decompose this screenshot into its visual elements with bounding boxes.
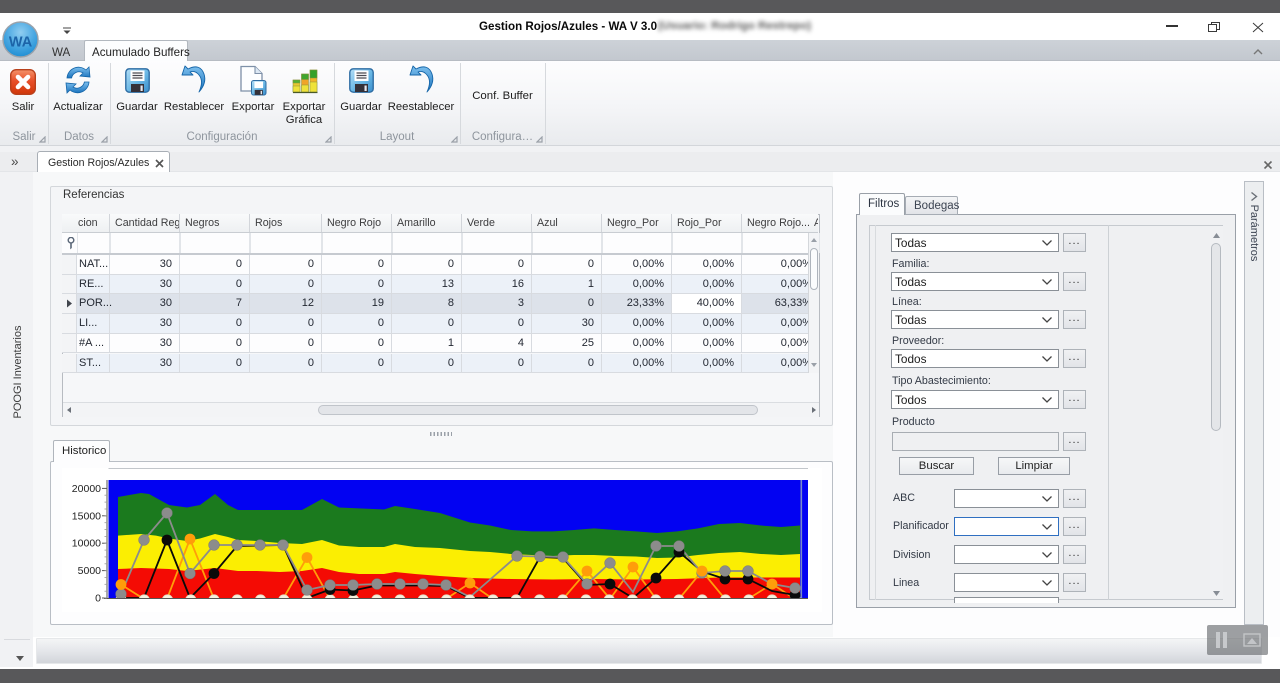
svg-text:5000: 5000 [78,565,102,577]
svg-text:15000: 15000 [72,510,101,522]
svg-text:20000: 20000 [72,483,101,495]
svg-text:10000: 10000 [72,538,101,550]
svg-text:WA: WA [9,35,33,51]
svg-text:0: 0 [95,593,101,605]
